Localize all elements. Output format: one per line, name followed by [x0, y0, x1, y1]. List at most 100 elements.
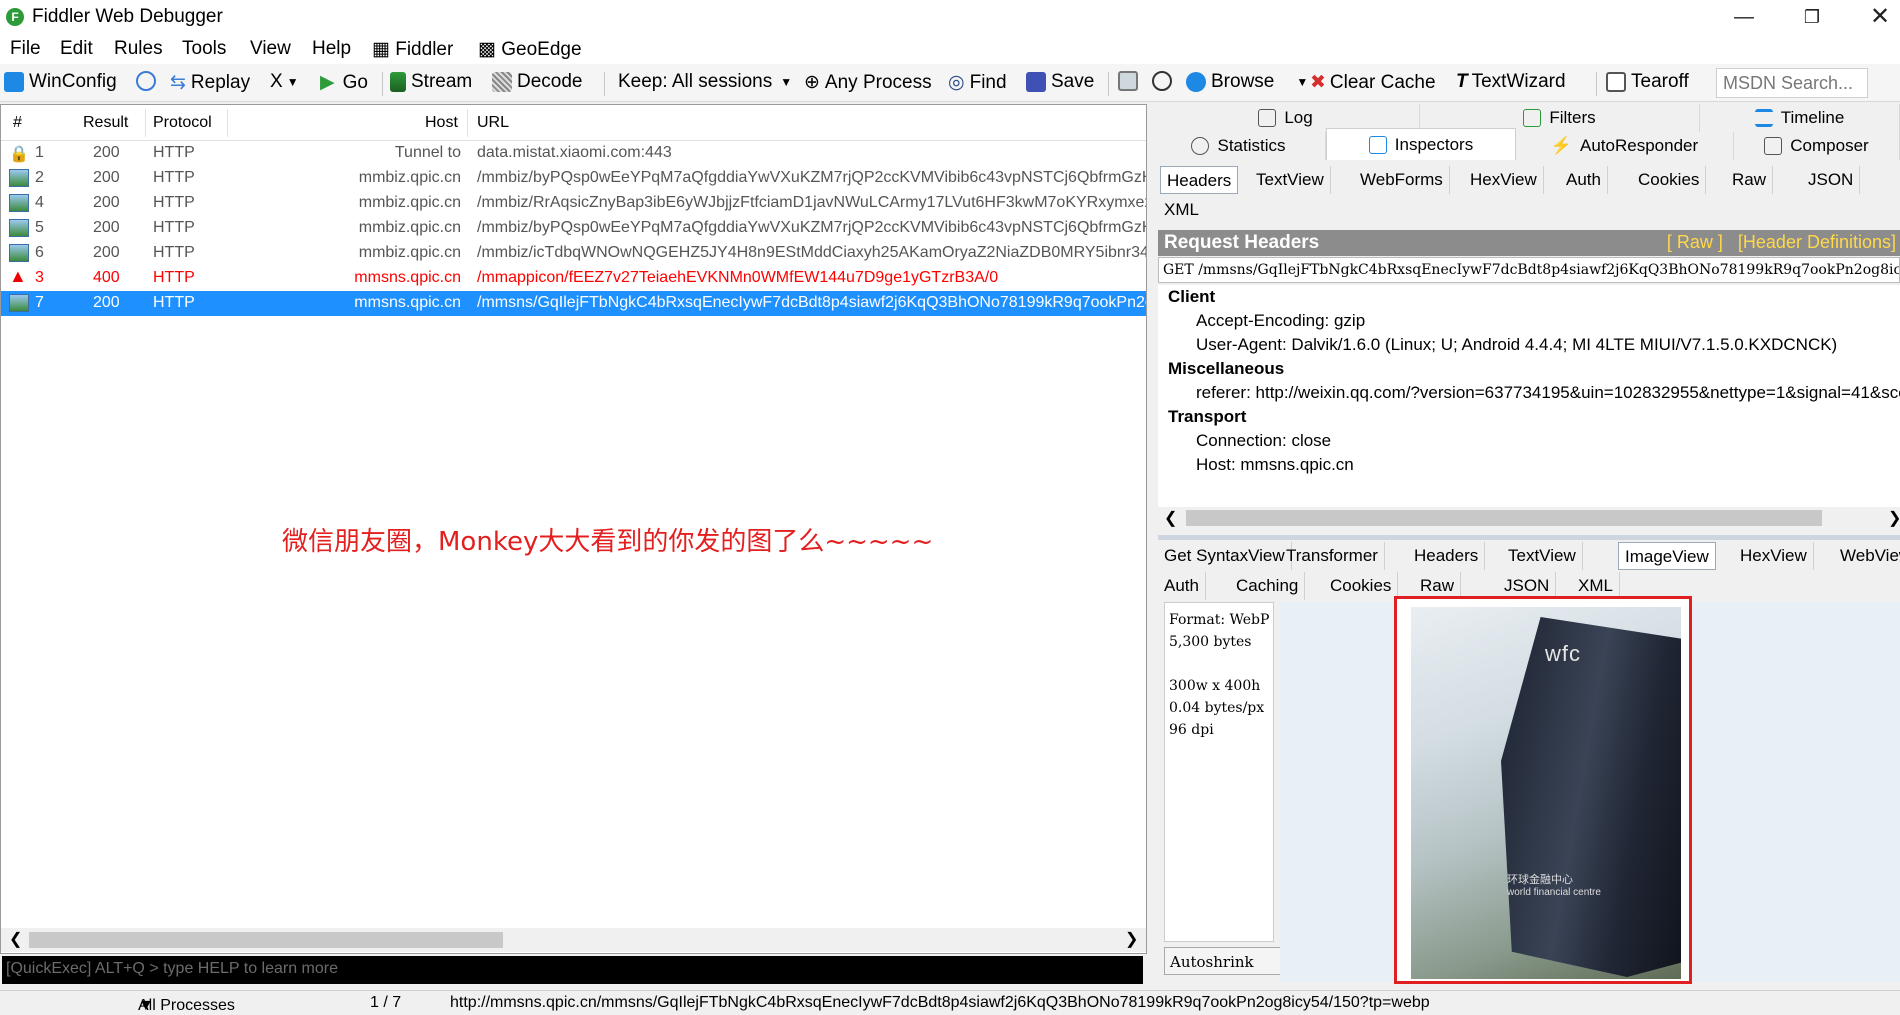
header-definitions-link[interactable]: [Header Definitions] — [1738, 232, 1896, 252]
headers-horizontal-scrollbar[interactable]: ❮ ❯ — [1158, 507, 1900, 529]
decode-button[interactable]: Decode — [492, 71, 583, 93]
row-id: 5 — [35, 219, 44, 236]
request-tab-auth[interactable]: Auth — [1560, 166, 1608, 194]
column-result[interactable]: Result — [83, 114, 128, 132]
stream-button[interactable]: Stream — [390, 71, 472, 93]
table-row[interactable]: 🔒 1 200 HTTP Tunnel to data.mistat.xiaom… — [1, 141, 1146, 166]
top-tab-row: Log Filters Timeline — [1152, 104, 1900, 132]
msdn-search-input[interactable]: MSDN Search... — [1716, 68, 1868, 98]
binoculars-icon: ◎ — [948, 72, 965, 93]
raw-link[interactable]: [ Raw ] — [1667, 232, 1723, 252]
request-tab-json[interactable]: JSON — [1802, 166, 1861, 194]
response-tab-imageview[interactable]: ImageView — [1618, 542, 1716, 570]
column-host[interactable]: Host — [425, 114, 458, 132]
scrollbar-thumb[interactable] — [29, 932, 503, 948]
menu-help[interactable]: Help — [312, 38, 351, 60]
request-tab-hexview[interactable]: HexView — [1464, 166, 1544, 194]
row-result: 200 — [93, 294, 120, 311]
preview-caption-cn: 环球金融中心 — [1507, 874, 1573, 886]
textwizard-button[interactable]: T TextWizard — [1456, 71, 1566, 93]
response-tab-headers[interactable]: Headers — [1408, 542, 1486, 570]
response-tab-hexview[interactable]: HexView — [1734, 542, 1814, 570]
tab-composer[interactable]: Composer — [1734, 132, 1900, 160]
menu-geoedge[interactable]: ▩ GeoEdge — [478, 38, 582, 61]
request-tab-xml[interactable]: XML — [1158, 196, 1205, 224]
remove-sessions-button[interactable]: X ▼ — [270, 71, 299, 93]
timer-button[interactable] — [1152, 71, 1177, 91]
tab-statistics[interactable]: Statistics — [1152, 132, 1326, 160]
column-protocol[interactable]: Protocol — [153, 114, 212, 132]
row-result: 200 — [93, 244, 120, 261]
column-divider — [227, 109, 228, 137]
replay-button[interactable]: ⇆ Replay — [170, 71, 250, 94]
request-tab-headers[interactable]: Headers — [1160, 166, 1239, 194]
browse-button[interactable]: Browse ▼ — [1186, 71, 1308, 93]
quickexec-input[interactable]: [QuickExec] ALT+Q > type HELP to learn m… — [2, 956, 1143, 984]
request-line: GET /mmsns/GqIlejFTbNgkC4bRxsqEnecIywF7d… — [1158, 257, 1900, 283]
table-row[interactable]: 2 200 HTTP mmbiz.qpic.cn /mmbiz/byPQsp0w… — [1, 166, 1146, 191]
tab-timeline[interactable]: Timeline — [1700, 104, 1900, 132]
tab-autoresponder[interactable]: ⚡ AutoResponder — [1516, 132, 1734, 160]
response-tab-cookies[interactable]: Cookies — [1324, 572, 1399, 600]
minimize-icon[interactable]: — — [1724, 2, 1764, 32]
header-group-transport[interactable]: Transport — [1168, 407, 1246, 427]
header-value: Connection: close — [1196, 431, 1332, 450]
response-tab-textview[interactable]: TextView — [1502, 542, 1583, 570]
menu-view[interactable]: View — [250, 38, 291, 60]
menu-bar: File Edit Rules Tools View Help ▦ Fiddle… — [0, 34, 1900, 64]
scroll-right-icon[interactable]: ❯ — [1888, 508, 1900, 528]
header-group-client[interactable]: Client — [1168, 287, 1215, 307]
menu-file[interactable]: File — [10, 38, 41, 60]
find-button[interactable]: ◎ Find — [948, 71, 1007, 94]
panel-splitter[interactable] — [1158, 535, 1900, 540]
scroll-right-icon[interactable]: ❯ — [1125, 929, 1138, 949]
maximize-icon[interactable]: ❐ — [1792, 2, 1832, 32]
response-tab-caching[interactable]: Caching — [1230, 572, 1306, 600]
table-row[interactable]: ▲ 3 400 HTTP mmsns.qpic.cn /mmappicon/fE… — [1, 266, 1146, 291]
request-tab-raw[interactable]: Raw — [1726, 166, 1774, 194]
screenshot-button[interactable] — [1118, 71, 1143, 91]
request-tab-cookies[interactable]: Cookies — [1632, 166, 1707, 194]
clear-cache-button[interactable]: ✖ Clear Cache — [1310, 71, 1436, 94]
response-tab-transformer[interactable]: Transformer — [1280, 542, 1385, 570]
save-button[interactable]: Save — [1026, 71, 1094, 93]
tab-inspectors[interactable]: Inspectors — [1326, 128, 1516, 160]
table-row-selected[interactable]: 7 200 HTTP mmsns.qpic.cn /mmsns/GqIlejFT… — [1, 291, 1146, 316]
menu-tools[interactable]: Tools — [182, 38, 226, 60]
menu-rules[interactable]: Rules — [114, 38, 163, 60]
response-tab-webview[interactable]: WebView — [1834, 542, 1900, 570]
any-process-button[interactable]: ⊕ Any Process — [804, 71, 932, 94]
winconfig-button[interactable]: WinConfig — [4, 71, 117, 93]
session-list[interactable]: # Result Protocol Host URL 🔒 1 200 HTTP … — [0, 104, 1147, 954]
textwizard-icon: T — [1456, 71, 1468, 92]
go-label: Go — [342, 71, 368, 93]
column-number[interactable]: # — [13, 114, 22, 132]
table-row[interactable]: 4 200 HTTP mmbiz.qpic.cn /mmbiz/RrAqsicZ… — [1, 191, 1146, 216]
scroll-left-icon[interactable]: ❮ — [1164, 508, 1177, 528]
tab-filters-label: Filters — [1549, 108, 1596, 127]
table-row[interactable]: 5 200 HTTP mmbiz.qpic.cn /mmbiz/byPQsp0w… — [1, 216, 1146, 241]
header-group-miscellaneous[interactable]: Miscellaneous — [1168, 359, 1284, 379]
request-tab-textview[interactable]: TextView — [1250, 166, 1331, 194]
menu-fiddler[interactable]: ▦ Fiddler — [372, 38, 453, 61]
column-url[interactable]: URL — [477, 114, 509, 132]
main-tab-row: Statistics Inspectors ⚡ AutoResponder Com… — [1152, 128, 1900, 160]
close-icon[interactable]: ✕ — [1860, 2, 1900, 32]
find-label: Find — [969, 71, 1007, 93]
headers-tree[interactable]: Client Accept-Encoding: gzip User-Agent:… — [1158, 285, 1900, 507]
comment-icon — [136, 71, 156, 91]
menu-edit[interactable]: Edit — [60, 38, 93, 60]
scroll-left-icon[interactable]: ❮ — [9, 929, 22, 949]
comment-button[interactable] — [136, 71, 161, 91]
session-horizontal-scrollbar[interactable]: ❮ ❯ — [1, 928, 1146, 952]
response-tab-get-syntaxview[interactable]: Get SyntaxView — [1158, 542, 1292, 570]
toolbar-separator — [604, 72, 605, 96]
keep-sessions-dropdown[interactable]: Keep: All sessions ▼ — [618, 71, 792, 93]
table-row[interactable]: 6 200 HTTP mmbiz.qpic.cn /mmbiz/icTdbqWN… — [1, 241, 1146, 266]
row-result: 200 — [93, 144, 120, 161]
request-tab-webforms[interactable]: WebForms — [1354, 166, 1450, 194]
tearoff-button[interactable]: Tearoff — [1606, 71, 1689, 93]
scrollbar-thumb[interactable] — [1186, 510, 1822, 526]
go-button[interactable]: ▶ Go — [320, 71, 368, 94]
response-tab-auth[interactable]: Auth — [1158, 572, 1206, 600]
